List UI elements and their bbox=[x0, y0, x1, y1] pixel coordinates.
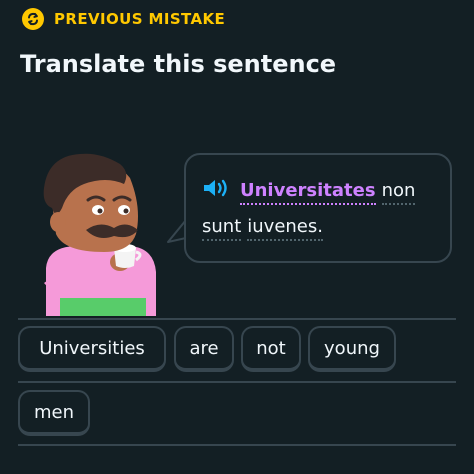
word-chip[interactable]: young bbox=[308, 326, 396, 372]
speech-bubble: Universitates non sunt iuvenes. bbox=[184, 153, 452, 263]
prompt-sentence: Universitates non sunt iuvenes. bbox=[202, 173, 436, 245]
word-chip[interactable]: not bbox=[241, 326, 301, 372]
prompt-word[interactable]: sunt bbox=[202, 209, 242, 245]
answer-line bbox=[18, 444, 456, 446]
prompt-word[interactable]: Universitates bbox=[240, 173, 376, 209]
repeat-icon bbox=[22, 8, 44, 30]
prompt-word[interactable]: iuvenes. bbox=[247, 209, 323, 245]
answer-line bbox=[18, 318, 456, 320]
word-chip[interactable]: Universities bbox=[18, 326, 166, 372]
word-chip[interactable]: men bbox=[18, 390, 90, 436]
speech-bubble-tail bbox=[167, 219, 186, 243]
prompt-word[interactable]: non bbox=[381, 173, 415, 209]
speaker-icon[interactable] bbox=[202, 177, 232, 199]
previous-mistake-banner: PREVIOUS MISTAKE bbox=[22, 8, 225, 30]
answer-line bbox=[18, 381, 456, 383]
character-illustration bbox=[34, 148, 184, 316]
word-chip[interactable]: are bbox=[174, 326, 234, 372]
previous-mistake-label: PREVIOUS MISTAKE bbox=[54, 10, 226, 28]
page-title: Translate this sentence bbox=[20, 50, 337, 78]
